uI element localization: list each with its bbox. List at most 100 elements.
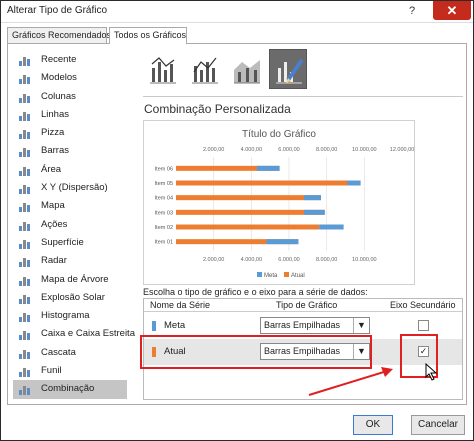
- clustered-column-line-button[interactable]: [143, 49, 181, 89]
- stock-chart-icon: [19, 220, 31, 231]
- header-series-name: Nome da Série: [150, 300, 211, 310]
- sidebar-item-label: Barras: [41, 145, 69, 157]
- sidebar-item-label: Histograma: [41, 310, 90, 322]
- scatter-chart-icon: [19, 183, 31, 195]
- sidebar-item[interactable]: Caixa e Caixa Estreita: [13, 325, 135, 343]
- sidebar-item-label: Combinação: [41, 383, 95, 395]
- chart-svg: Título do Gráfico 2.000,00 4.000,00 6.000,0…: [155, 129, 415, 279]
- sidebar-item[interactable]: Funil: [13, 362, 127, 380]
- sidebar-item[interactable]: Pizza: [13, 124, 127, 142]
- bottom-tick-label: 4.000,00: [241, 257, 262, 263]
- bottom-tick-label: 8.000,00: [316, 257, 337, 263]
- chart-type-sidebar: Recente Modelos Colunas Linhas Pizza Barras Ár…: [13, 51, 135, 399]
- clustered-column-line-icon: [150, 57, 176, 84]
- sidebar-item[interactable]: Ações: [13, 216, 127, 234]
- sidebar-item-label: Modelos: [41, 72, 77, 84]
- treemap-icon: [19, 275, 31, 286]
- area-column-icon: [234, 60, 260, 84]
- section-title: Combinação Personalizada: [144, 102, 291, 116]
- top-tick-label: 8.000,00: [316, 147, 337, 153]
- sidebar-item-label: Pizza: [41, 127, 65, 139]
- sidebar-item[interactable]: Recente: [13, 51, 127, 69]
- bar-meta: [304, 209, 325, 215]
- divider: [143, 96, 463, 97]
- chart-title: Título do Gráfico: [242, 129, 316, 140]
- bar-meta: [347, 180, 361, 186]
- legend-label-meta: Meta: [264, 273, 278, 279]
- sidebar-item[interactable]: Colunas: [13, 88, 127, 106]
- stacked-area-column-button[interactable]: [227, 49, 265, 89]
- chart-type-select-meta[interactable]: Barras Empilhadas ▼: [260, 317, 370, 334]
- category-label: Item 02: [155, 225, 173, 231]
- sidebar-item[interactable]: Combinação: [13, 380, 127, 399]
- window-title: Alterar Tipo de Gráfico: [7, 5, 108, 16]
- bar-meta: [319, 224, 344, 230]
- close-button[interactable]: ✕: [433, 1, 471, 20]
- sidebar-item[interactable]: Histograma: [13, 307, 127, 325]
- chart-preview: Título do Gráfico 2.000,00 4.000,00 6.000,0…: [143, 120, 415, 285]
- sidebar-item[interactable]: Linhas: [13, 106, 127, 124]
- cancel-button[interactable]: Cancelar: [411, 415, 465, 435]
- legend-swatch-atual: [284, 272, 289, 277]
- category-label: Item 06: [155, 166, 173, 172]
- dropdown-arrow-icon[interactable]: ▼: [353, 318, 369, 333]
- column-chart-icon: [19, 92, 31, 103]
- bar-meta: [266, 239, 299, 245]
- sidebar-item[interactable]: Radar: [13, 252, 127, 270]
- sidebar-item-label: Linhas: [41, 108, 69, 120]
- bar-atual: [176, 224, 320, 230]
- sidebar-item[interactable]: Mapa de Árvore: [13, 271, 127, 289]
- clustered-column-line-secondary-button[interactable]: [185, 49, 223, 89]
- sidebar-item[interactable]: Barras: [13, 142, 127, 160]
- funnel-icon: [19, 366, 31, 378]
- bar-atual: [176, 180, 361, 186]
- ok-button[interactable]: OK: [353, 415, 393, 435]
- chart-type-value: Barras Empilhadas: [264, 320, 341, 330]
- top-tick-label: 10.000,00: [352, 147, 376, 153]
- sidebar-item[interactable]: Modelos: [13, 69, 127, 87]
- map-icon: [19, 201, 31, 213]
- sidebar-item[interactable]: Mapa: [13, 197, 127, 215]
- sidebar-item[interactable]: Cascata: [13, 344, 127, 362]
- column-line-secondary-icon: [192, 57, 218, 84]
- tab-all-charts[interactable]: Todos os Gráficos: [109, 27, 187, 44]
- sidebar-item-label: X Y (Dispersão): [41, 182, 108, 194]
- title-bar: Alterar Tipo de Gráfico ? ✕: [1, 1, 473, 23]
- bottom-tick-label: 6.000,00: [278, 257, 299, 263]
- sidebar-item-label: Cascata: [41, 346, 76, 358]
- sidebar-item-label: Superfície: [41, 236, 84, 248]
- top-tick-label: 12.000,00: [390, 147, 414, 153]
- sidebar-item-label: Explosão Solar: [41, 291, 105, 303]
- header-chart-type: Tipo de Gráfico: [276, 300, 338, 310]
- recent-icon: [19, 55, 31, 66]
- tab-recommended[interactable]: Gráficos Recomendados: [7, 27, 111, 43]
- custom-combination-button[interactable]: [269, 49, 307, 89]
- sidebar-item-label: Radar: [41, 255, 67, 267]
- sidebar-item-label: Funil: [41, 365, 62, 377]
- sidebar-item[interactable]: Explosão Solar: [13, 289, 127, 307]
- sidebar-item[interactable]: Superfície: [13, 234, 127, 252]
- waterfall-icon: [19, 348, 31, 359]
- sidebar-item-label: Recente: [41, 54, 77, 65]
- surface-chart-icon: [19, 238, 31, 249]
- sidebar-item-label: Mapa de Árvore: [41, 273, 109, 285]
- header-divider: [144, 311, 462, 312]
- series-name: Meta: [164, 320, 186, 331]
- sidebar-item[interactable]: Área: [13, 161, 127, 179]
- radar-chart-icon: [19, 256, 31, 268]
- series-grid-caption: Escolha o tipo de gráfico e o eixo para …: [143, 287, 368, 297]
- bar-atual: [176, 195, 322, 201]
- sidebar-item[interactable]: X Y (Dispersão): [13, 179, 127, 197]
- legend-swatch-meta: [257, 272, 262, 277]
- mouse-cursor-icon: [425, 363, 438, 381]
- bottom-tick-label: 2.000,00: [203, 257, 224, 263]
- sidebar-item-label: Ações: [41, 218, 68, 230]
- series-color-swatch: [152, 321, 156, 331]
- bottom-tick-label: 10.000,00: [352, 257, 376, 263]
- secondary-axis-checkbox-meta[interactable]: [418, 320, 429, 331]
- top-tick-label: 4.000,00: [241, 147, 262, 153]
- category-label: Item 04: [155, 196, 173, 202]
- red-arrow-icon: [308, 367, 393, 396]
- help-button[interactable]: ?: [401, 3, 423, 19]
- box-whisker-icon: [19, 329, 31, 341]
